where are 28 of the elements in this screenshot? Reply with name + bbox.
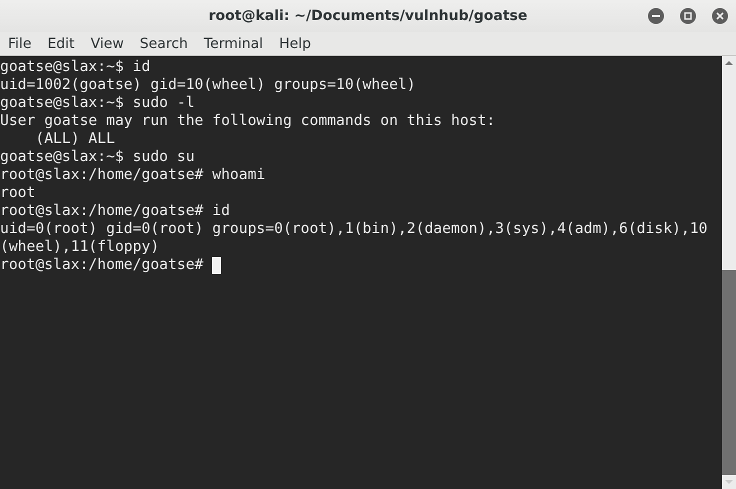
terminal-line: goatse@slax:~$ id — [0, 58, 150, 76]
terminal-prompt: root@slax:/home/goatse# — [0, 256, 204, 274]
terminal-line: goatse@slax:~$ sudo su — [0, 148, 195, 166]
terminal-line: (wheel),11(floppy) — [0, 238, 160, 256]
terminal-line: goatse@slax:~$ sudo -l — [0, 94, 195, 112]
terminal-line: root — [0, 184, 36, 202]
terminal-line: (ALL) ALL — [34, 130, 115, 148]
terminal-line: uid=0(root) gid=0(root) groups=0(root),1(bin),2(daemon),3(sys),4(adm),6(disk),10 — [0, 220, 708, 238]
terminal-line: root@slax:/home/goatse# whoami — [0, 166, 266, 184]
menu-item[interactable]: Search — [132, 36, 196, 52]
scrollbar-thumb[interactable] — [722, 270, 736, 475]
menu-item[interactable]: Edit — [39, 36, 83, 52]
close-icon — [716, 12, 724, 20]
maximize-button[interactable] — [680, 8, 696, 24]
menu-item[interactable]: View — [82, 36, 132, 52]
terminal-line: uid=1002(goatse) gid=10(wheel) groups=10(wheel) — [0, 76, 416, 94]
terminal-line: root@slax:/home/goatse# id — [0, 202, 230, 220]
menu-item[interactable]: File — [0, 36, 40, 52]
maximize-icon — [684, 12, 692, 20]
minimize-button[interactable] — [648, 8, 664, 24]
window-title: root@kali: ~/Documents/vulnhub/goatse — [208, 8, 528, 24]
minimize-icon — [652, 12, 660, 20]
menu-item[interactable]: Terminal — [196, 36, 272, 52]
scrollbar[interactable] — [722, 56, 736, 489]
close-button[interactable] — [712, 8, 728, 24]
menu-item[interactable]: Help — [271, 36, 319, 52]
terminal-line: User goatse may run the following commands on this host: — [0, 112, 496, 130]
cursor — [212, 256, 222, 274]
